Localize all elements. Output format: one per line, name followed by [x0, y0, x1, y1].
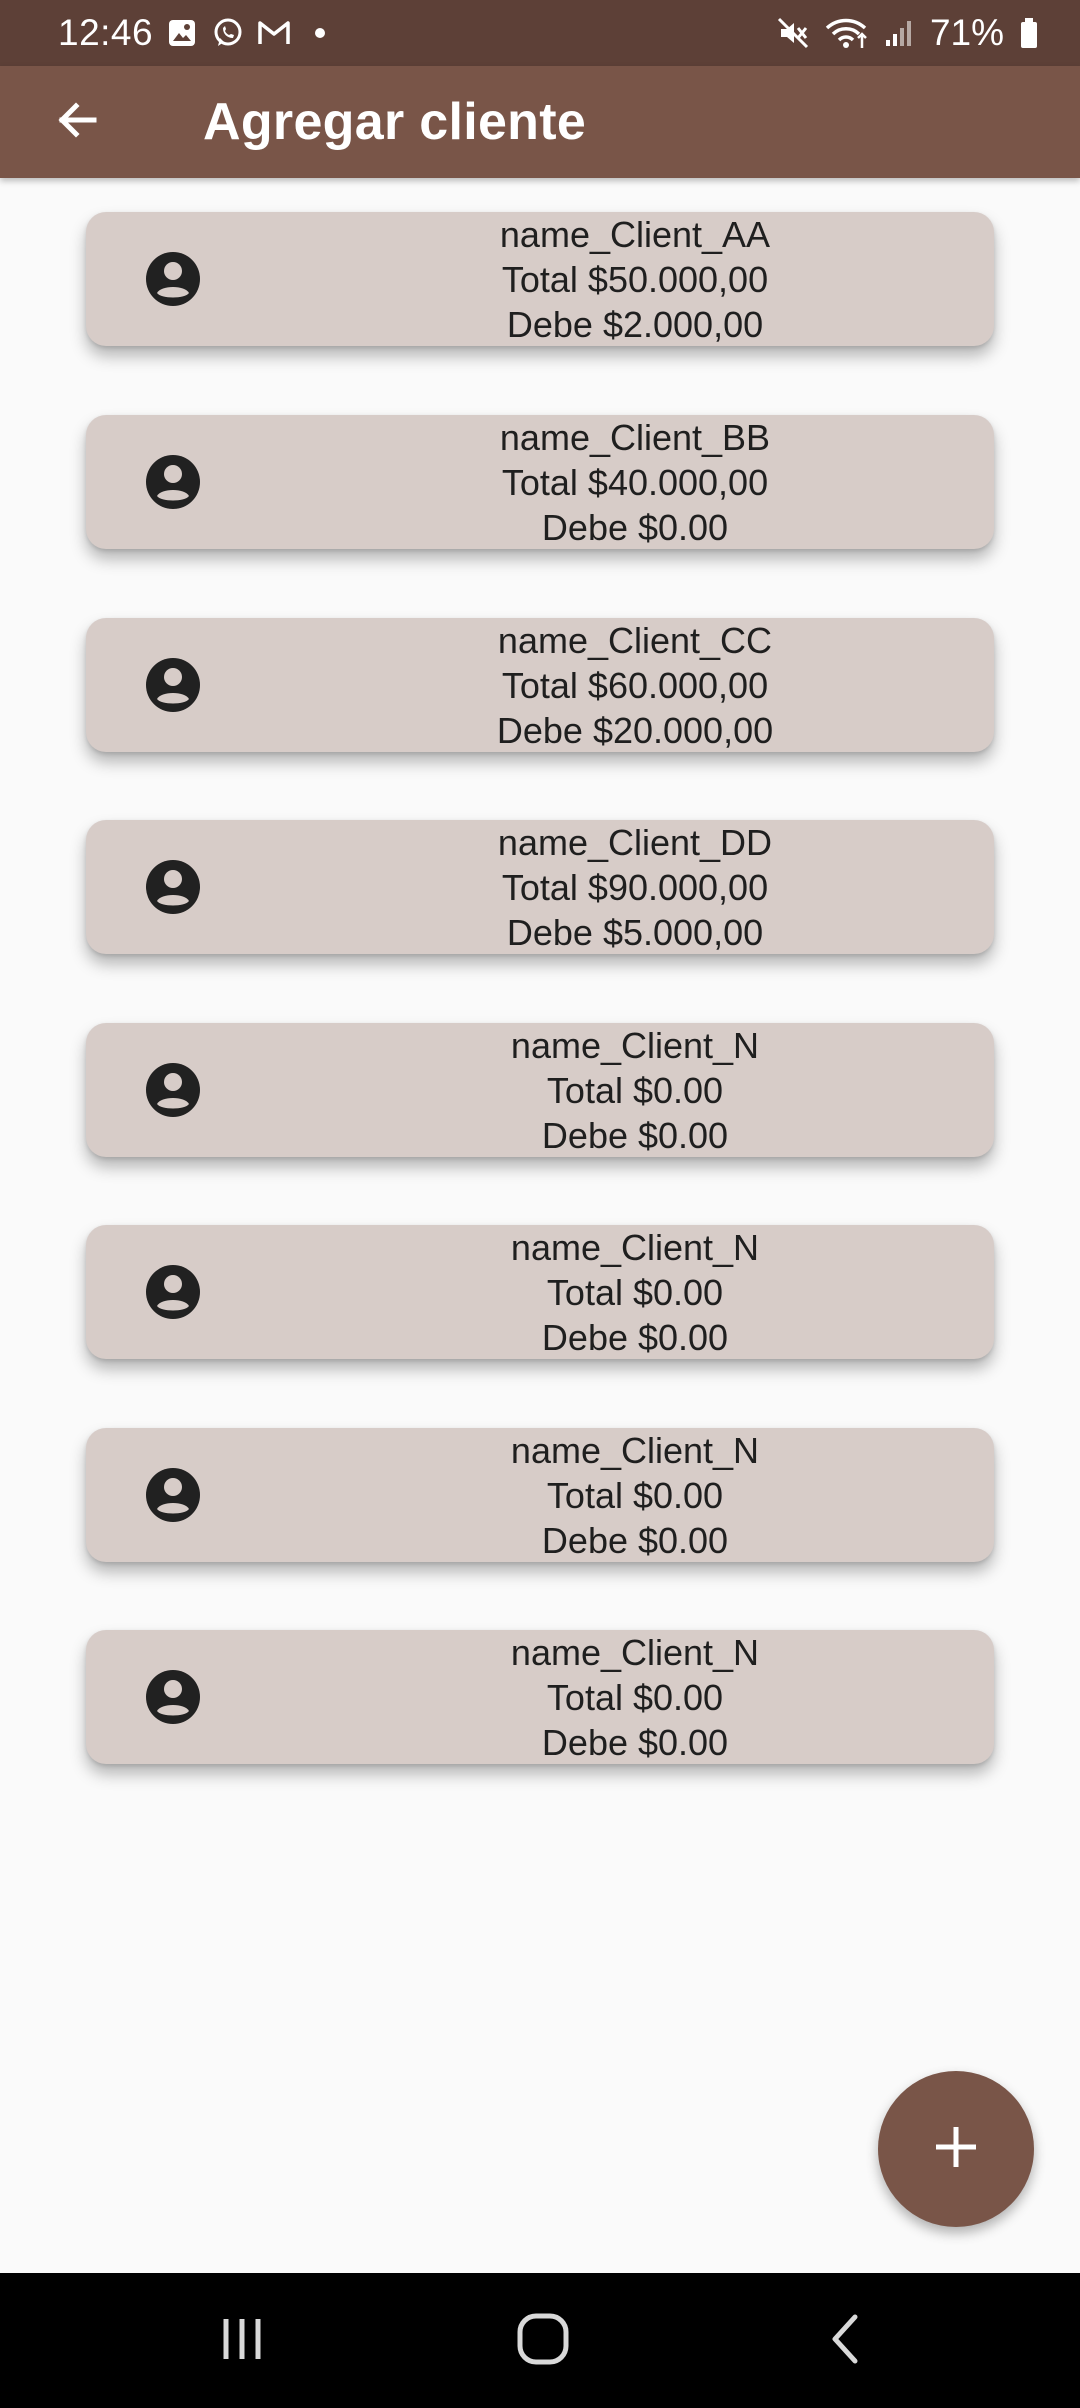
client-card[interactable]: name_Client_BB Total $40.000,00 Debe $0.… — [86, 415, 994, 549]
client-debt: Debe $2.000,00 — [506, 303, 764, 345]
client-name: name_Client_AA — [499, 213, 771, 255]
account-circle-icon — [144, 1668, 202, 1726]
recent-apps-button[interactable] — [197, 2303, 287, 2379]
client-total: Total $0.00 — [546, 1474, 724, 1516]
status-time: 12:46 — [58, 12, 154, 53]
account-circle-icon — [144, 1466, 202, 1524]
client-total: Total $0.00 — [546, 1069, 724, 1111]
client-info: name_Client_N Total $0.00 Debe $0.00 — [276, 1225, 994, 1359]
home-icon — [515, 2311, 571, 2372]
client-card[interactable]: name_Client_N Total $0.00 Debe $0.00 — [86, 1023, 994, 1157]
wifi-icon — [824, 16, 868, 50]
system-back-button[interactable] — [800, 2303, 890, 2379]
client-debt: Debe $0.00 — [541, 1721, 729, 1763]
arrow-left-icon — [54, 96, 102, 149]
mute-icon — [776, 16, 810, 50]
client-name: name_Client_N — [510, 1226, 760, 1268]
client-total: Total $40.000,00 — [501, 461, 769, 503]
client-total: Total $50.000,00 — [501, 258, 769, 300]
client-info: name_Client_CC Total $60.000,00 Debe $20… — [276, 618, 994, 752]
client-debt: Debe $5.000,00 — [506, 911, 764, 953]
gmail-icon — [257, 16, 291, 50]
status-left: 12:46 — [58, 8, 337, 58]
client-card[interactable]: name_Client_CC Total $60.000,00 Debe $20… — [86, 618, 994, 752]
client-debt: Debe $0.00 — [541, 506, 729, 548]
status-right: 71% — [776, 8, 1040, 58]
client-debt: Debe $0.00 — [541, 1114, 729, 1156]
battery-percent: 71% — [929, 12, 1004, 53]
client-total: Total $60.000,00 — [501, 664, 769, 706]
recent-apps-icon — [216, 2313, 268, 2370]
signal-icon — [882, 16, 916, 50]
account-circle-icon — [144, 858, 202, 916]
add-client-button[interactable] — [878, 2071, 1034, 2227]
client-total: Total $0.00 — [546, 1271, 724, 1313]
account-circle-icon — [144, 656, 202, 714]
client-name: name_Client_DD — [497, 821, 773, 863]
client-info: name_Client_N Total $0.00 Debe $0.00 — [276, 1023, 994, 1157]
client-card[interactable]: name_Client_N Total $0.00 Debe $0.00 — [86, 1225, 994, 1359]
client-info: name_Client_AA Total $50.000,00 Debe $2.… — [276, 212, 994, 346]
client-name: name_Client_N — [510, 1024, 760, 1066]
account-circle-icon — [144, 1061, 202, 1119]
image-icon — [165, 16, 199, 50]
client-total: Total $90.000,00 — [501, 866, 769, 908]
page-title: Agregar cliente — [203, 93, 587, 151]
client-card[interactable]: name_Client_N Total $0.00 Debe $0.00 — [86, 1630, 994, 1764]
client-card[interactable]: name_Client_N Total $0.00 Debe $0.00 — [86, 1428, 994, 1562]
whatsapp-icon — [211, 16, 245, 50]
account-circle-icon — [144, 250, 202, 308]
dot-icon — [303, 16, 337, 50]
account-circle-icon — [144, 453, 202, 511]
client-card[interactable]: name_Client_DD Total $90.000,00 Debe $5.… — [86, 820, 994, 954]
account-circle-icon — [144, 1263, 202, 1321]
client-name: name_Client_CC — [497, 619, 773, 661]
status-bar: 12:46 71% — [0, 0, 1080, 66]
client-debt: Debe $0.00 — [541, 1316, 729, 1358]
plus-icon — [931, 2122, 981, 2177]
back-button[interactable] — [40, 88, 116, 156]
client-total: Total $0.00 — [546, 1676, 724, 1718]
client-name: name_Client_BB — [499, 416, 771, 458]
client-card[interactable]: name_Client_AA Total $50.000,00 Debe $2.… — [86, 212, 994, 346]
client-name: name_Client_N — [510, 1631, 760, 1673]
home-button[interactable] — [498, 2303, 588, 2379]
battery-icon — [1018, 16, 1040, 50]
client-info: name_Client_N Total $0.00 Debe $0.00 — [276, 1630, 994, 1764]
back-icon — [823, 2311, 867, 2372]
client-info: name_Client_DD Total $90.000,00 Debe $5.… — [276, 820, 994, 954]
client-info: name_Client_BB Total $40.000,00 Debe $0.… — [276, 415, 994, 549]
client-debt: Debe $20.000,00 — [496, 709, 774, 751]
client-info: name_Client_N Total $0.00 Debe $0.00 — [276, 1428, 994, 1562]
app-bar: Agregar cliente — [0, 66, 1080, 178]
client-name: name_Client_N — [510, 1429, 760, 1471]
navigation-bar — [0, 2273, 1080, 2408]
client-debt: Debe $0.00 — [541, 1519, 729, 1561]
